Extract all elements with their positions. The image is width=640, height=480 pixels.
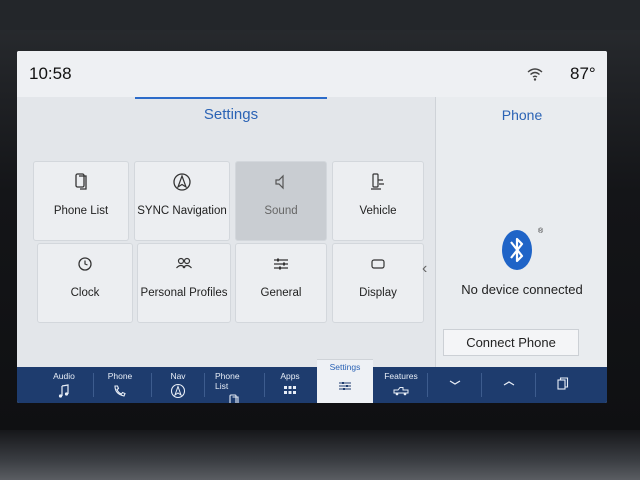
bottom-navbar: Audio Phone Nav Phone List Apps Settings… — [17, 359, 607, 403]
tile-label: General — [260, 287, 302, 299]
nav-separator — [264, 373, 265, 397]
wifi-icon — [527, 67, 543, 81]
clock-time: 10:58 — [29, 64, 72, 83]
tile-label: Phone List — [53, 205, 109, 217]
music-note-icon — [56, 383, 72, 399]
outside-temperature: 87° — [570, 64, 596, 83]
phone-title: Phone — [501, 107, 543, 123]
nav-apps[interactable]: Apps — [275, 367, 305, 403]
apps-grid-icon — [282, 383, 298, 399]
clock-icon — [74, 253, 96, 275]
nav-settings[interactable]: Settings — [317, 359, 373, 403]
nav-separator — [204, 373, 205, 397]
nav-separator — [151, 373, 152, 397]
sliders-icon — [270, 253, 292, 275]
profiles-icon — [173, 253, 195, 275]
phone-list-icon — [70, 171, 92, 193]
nav-separator — [535, 373, 536, 397]
tile-vehicle[interactable]: Vehicle — [332, 161, 424, 241]
connect-phone-button[interactable]: Connect Phone — [443, 329, 579, 356]
tile-label: Personal Profiles — [140, 287, 228, 299]
chevron-left-icon[interactable]: ‹ — [422, 260, 427, 278]
navigation-icon — [171, 171, 193, 193]
nav-separator — [481, 373, 482, 397]
tile-phone-list[interactable]: Phone List — [33, 161, 129, 241]
nav-audio[interactable]: Audio — [47, 367, 81, 403]
tile-label: Sound — [264, 205, 298, 217]
display-icon — [367, 253, 389, 275]
phone-icon — [112, 383, 128, 399]
bezel-bottom — [0, 430, 640, 480]
bluetooth-icon — [501, 229, 533, 271]
tile-label: Clock — [70, 287, 100, 299]
status-bar: 10:58 87° — [17, 51, 607, 97]
phone-list-icon — [226, 393, 242, 403]
nav-label: Features — [384, 371, 418, 381]
chevron-up-icon — [501, 375, 517, 396]
nav-features[interactable]: Features — [381, 367, 421, 403]
settings-title: Settings — [135, 97, 327, 129]
phone-panel: Phone ® No device connected — [435, 97, 607, 367]
nav-label: Apps — [280, 371, 300, 381]
vehicle-icon — [367, 171, 389, 193]
tile-label: Vehicle — [359, 205, 397, 217]
nav-phone[interactable]: Phone — [105, 367, 135, 403]
navigation-icon — [170, 383, 186, 399]
tile-sound[interactable]: Sound — [235, 161, 327, 241]
chevron-down-icon — [447, 375, 463, 396]
expand-button[interactable] — [483, 367, 535, 403]
registered-mark: ® — [538, 228, 544, 235]
truck-icon — [393, 383, 409, 399]
windows-button[interactable] — [537, 367, 589, 403]
infotainment-screen: 10:58 87° Settings Phone List SYNC Navig… — [17, 51, 607, 403]
nav-label: Phone List — [215, 371, 240, 391]
bezel-top — [0, 0, 640, 30]
sliders-icon — [337, 378, 353, 394]
collapse-button[interactable] — [429, 367, 481, 403]
nav-label: Audio — [53, 371, 75, 381]
tile-label: Display — [359, 287, 397, 299]
nav-separator — [93, 373, 94, 397]
speaker-icon — [270, 171, 292, 193]
tile-general[interactable]: General — [235, 243, 327, 323]
nav-phone-list[interactable]: Phone List — [215, 367, 253, 403]
windows-icon — [555, 375, 571, 396]
tile-sync-navigation[interactable]: SYNC Navigation — [134, 161, 230, 241]
tile-personal-profiles[interactable]: Personal Profiles — [137, 243, 231, 323]
nav-separator — [427, 373, 428, 397]
tile-label: SYNC Navigation — [137, 205, 227, 217]
nav-label: Settings — [329, 362, 361, 372]
nav-label: Phone — [107, 371, 133, 381]
nav-label: Nav — [170, 371, 186, 381]
nav-nav[interactable]: Nav — [165, 367, 191, 403]
tile-clock[interactable]: Clock — [37, 243, 133, 323]
settings-panel: Settings Phone List SYNC Navigation Soun… — [17, 97, 435, 391]
tile-display[interactable]: Display — [332, 243, 424, 323]
connection-status: No device connected — [461, 282, 583, 297]
